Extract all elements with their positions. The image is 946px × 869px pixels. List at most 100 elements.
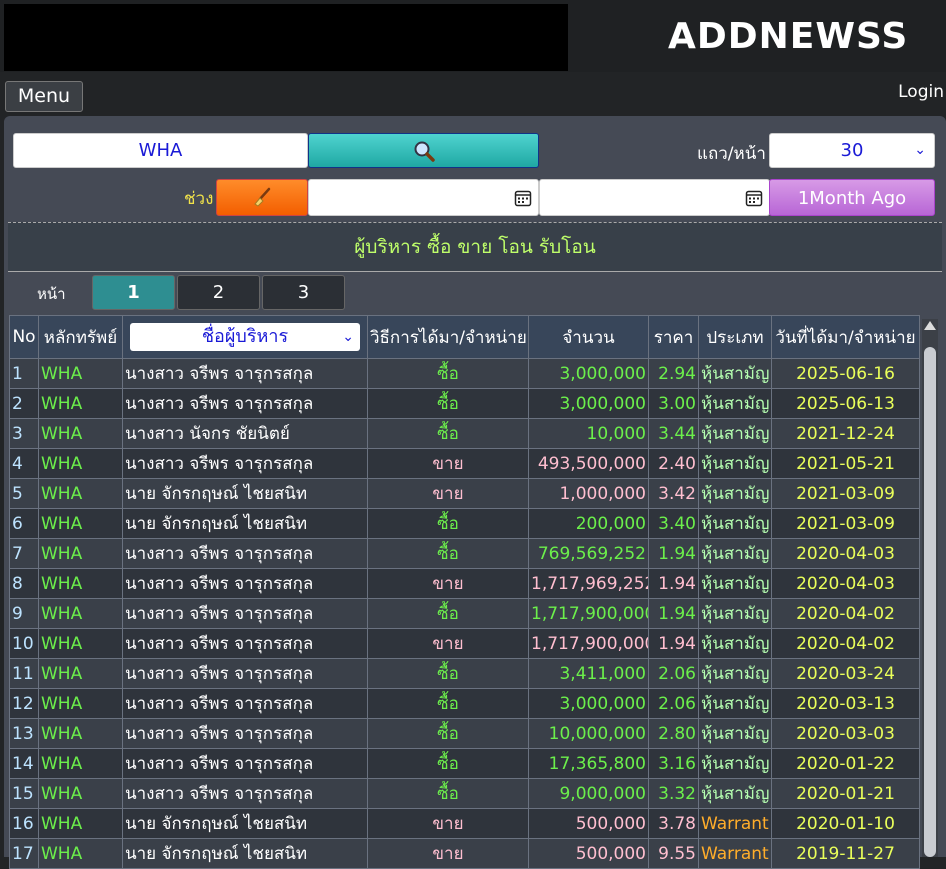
cell-price: 2.40 [648, 448, 699, 479]
chevron-down-icon: ⌄ [342, 329, 354, 345]
login-link[interactable]: Login [898, 82, 944, 102]
clear-range-button[interactable] [216, 179, 308, 216]
cell-method: ขาย [367, 808, 529, 839]
cell-price: 1.94 [648, 568, 699, 599]
col-header-date: วันที่ได้มา/จำหน่าย [771, 315, 920, 359]
table-row: 4 WHA นางสาว จรีพร จารุกรสกุล ขาย 493,500,00… [9, 448, 920, 479]
cell-symbol[interactable]: WHA [38, 748, 123, 779]
cell-amount: 493,500,000 [528, 448, 649, 479]
cell-symbol[interactable]: WHA [38, 808, 123, 839]
main-panel: WHA แถว/หน้า 30 ⌄ ช่วง 1Month Ago ผู้บริ… [4, 116, 946, 869]
cell-no: 3 [9, 418, 39, 449]
scrollbar-thumb[interactable] [924, 347, 936, 857]
cell-price: 2.94 [648, 358, 699, 389]
cell-symbol[interactable]: WHA [38, 838, 123, 869]
executive-name-select[interactable]: ชื่อผู้บริหาร ⌄ [130, 323, 360, 351]
cell-symbol[interactable]: WHA [38, 598, 123, 629]
cell-symbol[interactable]: WHA [38, 778, 123, 809]
cell-symbol[interactable]: WHA [38, 418, 123, 449]
page-button-1[interactable]: 1 [92, 275, 175, 310]
section-title-bar: ผู้บริหาร ซื้อ ขาย โอน รับโอน [8, 222, 942, 272]
cell-method: ซื้อ [367, 748, 529, 779]
cell-type: Warrant [698, 838, 772, 869]
symbol-input[interactable]: WHA [13, 133, 308, 168]
cell-symbol[interactable]: WHA [38, 478, 123, 509]
cell-symbol[interactable]: WHA [38, 508, 123, 539]
cell-no: 5 [9, 478, 39, 509]
rows-per-page-label: แถว/หน้า [697, 144, 766, 164]
search-button[interactable] [308, 133, 539, 168]
col-header-amount: จำนวน [528, 315, 649, 359]
table-header-row: No หลักทรัพย์ ชื่อผู้บริหาร ⌄ วิธีการได้… [9, 315, 920, 359]
cell-method: ขาย [367, 448, 529, 479]
cell-method: ขาย [367, 628, 529, 659]
site-logo[interactable]: ADDNEWSS [668, 14, 938, 60]
cell-type: หุ้นสามัญ [698, 688, 772, 719]
cell-date: 2021-05-21 [771, 448, 920, 479]
table-row: 5 WHA นาย จักรกฤษณ์ ไชยสนิท ขาย 1,000,000 3.4… [9, 478, 920, 509]
table-row: 1 WHA นางสาว จรีพร จารุกรสกุล ซื้อ 3,000,000… [9, 358, 920, 389]
cell-symbol[interactable]: WHA [38, 538, 123, 569]
cell-name: นางสาว จรีพร จารุกรสกุล [122, 688, 368, 719]
cell-name: นางสาว จรีพร จารุกรสกุล [122, 538, 368, 569]
cell-amount: 1,717,900,000 [528, 598, 649, 629]
table-row: 16 WHA นาย จักรกฤษณ์ ไชยสนิท ขาย 500,000 3.78… [9, 808, 920, 839]
start-date-input[interactable] [308, 179, 539, 216]
cell-type: หุ้นสามัญ [698, 628, 772, 659]
cell-type: หุ้นสามัญ [698, 388, 772, 419]
page-button-3[interactable]: 3 [262, 275, 345, 310]
calendar-icon[interactable] [745, 189, 763, 207]
cell-symbol[interactable]: WHA [38, 628, 123, 659]
cell-amount: 10,000,000 [528, 718, 649, 749]
cell-no: 13 [9, 718, 39, 749]
col-header-method: วิธีการได้มา/จำหน่าย [367, 315, 529, 359]
page-button-2[interactable]: 2 [177, 275, 260, 310]
menu-button[interactable]: Menu [5, 81, 83, 112]
cell-method: ขาย [367, 838, 529, 869]
cell-date: 2019-11-27 [771, 838, 920, 869]
page-label: หน้า [37, 285, 66, 303]
cell-amount: 3,000,000 [528, 358, 649, 389]
table-row: 9 WHA นางสาว จรีพร จารุกรสกุล ซื้อ 1,717,900… [9, 598, 920, 629]
cell-amount: 3,000,000 [528, 388, 649, 419]
cell-type: หุ้นสามัญ [698, 598, 772, 629]
cell-no: 7 [9, 538, 39, 569]
table-row: 8 WHA นางสาว จรีพร จารุกรสกุล ขาย 1,717,969,… [9, 568, 920, 599]
one-month-ago-button[interactable]: 1Month Ago [769, 179, 935, 216]
cell-symbol[interactable]: WHA [38, 568, 123, 599]
cell-symbol[interactable]: WHA [38, 448, 123, 479]
section-title: ผู้บริหาร ซื้อ ขาย โอน รับโอน [354, 236, 596, 258]
cell-method: ขาย [367, 478, 529, 509]
cell-symbol[interactable]: WHA [38, 358, 123, 389]
cell-no: 11 [9, 658, 39, 689]
cell-name: นางสาว จรีพร จารุกรสกุล [122, 718, 368, 749]
cell-name: นางสาว จรีพร จารุกรสกุล [122, 598, 368, 629]
cell-amount: 500,000 [528, 808, 649, 839]
table-row: 6 WHA นาย จักรกฤษณ์ ไชยสนิท ซื้อ 200,000 3.40… [9, 508, 920, 539]
cell-amount: 769,569,252 [528, 538, 649, 569]
scrollbar[interactable] [922, 319, 938, 857]
broom-icon [254, 187, 271, 207]
cell-type: หุ้นสามัญ [698, 658, 772, 689]
cell-price: 1.94 [648, 538, 699, 569]
cell-type: Warrant [698, 808, 772, 839]
calendar-icon[interactable] [514, 189, 532, 207]
cell-date: 2020-01-22 [771, 748, 920, 779]
cell-symbol[interactable]: WHA [38, 718, 123, 749]
cell-amount: 3,000,000 [528, 688, 649, 719]
table-row: 14 WHA นางสาว จรีพร จารุกรสกุล ซื้อ 17,365,8… [9, 748, 920, 779]
cell-no: 10 [9, 628, 39, 659]
cell-type: หุ้นสามัญ [698, 718, 772, 749]
cell-symbol[interactable]: WHA [38, 658, 123, 689]
cell-name: นางสาว นัจกร ชัยนิตย์ [122, 418, 368, 449]
cell-date: 2021-03-09 [771, 508, 920, 539]
cell-symbol[interactable]: WHA [38, 688, 123, 719]
cell-name: นางสาว จรีพร จารุกรสกุล [122, 778, 368, 809]
end-date-input[interactable] [539, 179, 770, 216]
cell-symbol[interactable]: WHA [38, 388, 123, 419]
rows-per-page-select[interactable]: 30 ⌄ [769, 133, 935, 168]
cell-method: ซื้อ [367, 388, 529, 419]
scroll-up-arrow-icon[interactable] [924, 321, 936, 330]
cell-date: 2020-04-02 [771, 628, 920, 659]
cell-date: 2020-04-03 [771, 538, 920, 569]
